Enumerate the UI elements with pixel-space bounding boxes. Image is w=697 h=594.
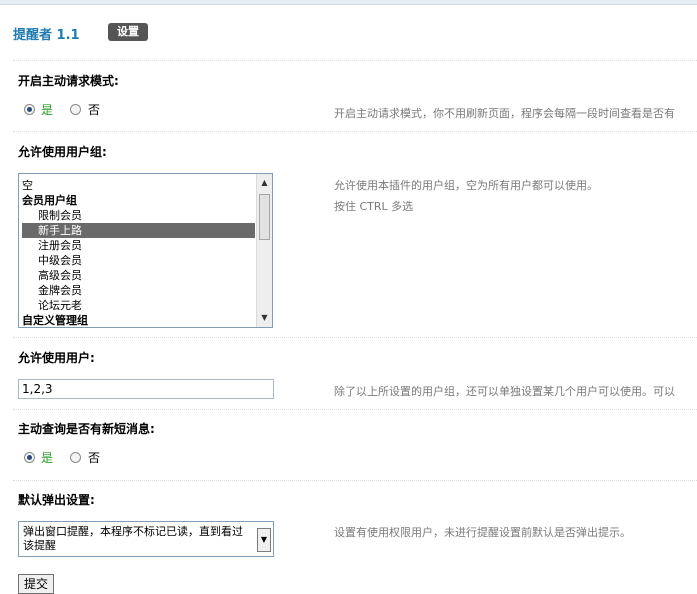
check-pm-yes-label[interactable]: 是 (41, 449, 53, 466)
active-mode-label: 开启主动请求模式: (18, 74, 119, 88)
listbox-scrollbar[interactable]: ▲ ▼ (256, 174, 272, 327)
popup-select-value: 弹出窗口提醒，本程序不标记已读，直到看过该提醒 (23, 525, 243, 552)
triangle-down-icon[interactable]: ▼ (257, 311, 272, 325)
active-mode-no-label[interactable]: 否 (88, 101, 100, 118)
check-pm-no-radio[interactable] (70, 452, 81, 463)
check-pm-label: 主动查询是否有新短消息: (18, 422, 155, 436)
active-mode-no-radio[interactable] (70, 104, 81, 115)
allowed-groups-label: 允许使用用户组: (18, 145, 107, 159)
top-border (0, 0, 697, 5)
divider (13, 337, 697, 338)
listbox-option[interactable]: 空 (22, 178, 255, 193)
allowed-groups-description: 允许使用本插件的用户组，空为所有用户都可以使用。 (334, 179, 598, 192)
active-mode-yes-radio[interactable] (24, 104, 35, 115)
divider (13, 60, 697, 61)
divider (13, 480, 697, 481)
popup-setting-label: 默认弹出设置: (18, 493, 95, 507)
settings-tab[interactable]: 设置 (108, 23, 148, 41)
active-mode-yes-label[interactable]: 是 (41, 101, 53, 118)
listbox-optgroup: 会员用户组 (22, 194, 77, 207)
triangle-up-icon[interactable]: ▲ (257, 176, 272, 190)
active-mode-description: 开启主动请求模式，你不用刷新页面，程序会每隔一段时间查看是否有 (334, 107, 675, 120)
allowed-groups-hint: 按住 CTRL 多选 (334, 200, 414, 213)
listbox-option[interactable]: 金牌会员 (22, 283, 255, 298)
popup-setting-description: 设置有使用权限用户，未进行提醒设置前默认是否弹出提示。 (334, 526, 631, 539)
listbox-option[interactable]: 限制会员 (22, 208, 255, 223)
allowed-users-description: 除了以上所设置的用户组，还可以单独设置某几个用户可以使用。可以 (334, 385, 675, 398)
plugin-title: 提醒者 1.1 (13, 28, 80, 43)
divider (13, 131, 697, 132)
scrollbar-thumb[interactable] (259, 194, 270, 240)
divider (13, 409, 697, 410)
popup-select[interactable]: 弹出窗口提醒，本程序不标记已读，直到看过该提醒 ▼ (18, 521, 274, 557)
allowed-users-label: 允许使用用户: (18, 351, 95, 365)
allowed-users-input[interactable] (18, 379, 274, 399)
user-group-listbox[interactable]: 空 会员用户组 限制会员 新手上路 注册会员 中级会员 高级会员 金牌会员 论坛… (18, 173, 273, 328)
listbox-option[interactable]: 注册会员 (22, 238, 255, 253)
submit-button[interactable]: 提交 (18, 574, 54, 594)
listbox-option[interactable]: 论坛元老 (22, 298, 255, 313)
chevron-down-icon[interactable]: ▼ (257, 528, 271, 552)
listbox-optgroup: 自定义管理组 (22, 314, 88, 327)
listbox-option-selected[interactable]: 新手上路 (22, 223, 255, 238)
listbox-option[interactable]: 中级会员 (22, 253, 255, 268)
check-pm-no-label[interactable]: 否 (88, 449, 100, 466)
listbox-option[interactable]: 高级会员 (22, 268, 255, 283)
check-pm-yes-radio[interactable] (24, 452, 35, 463)
